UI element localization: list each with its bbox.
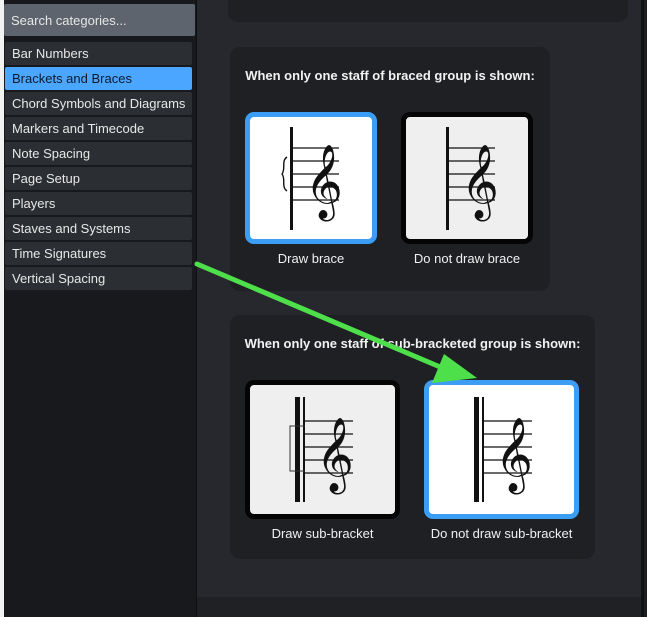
category-list: Bar Numbers Brackets and Braces Chord Sy…	[5, 42, 192, 292]
no-sub-bracket-option[interactable]: 𝄞 Do not draw sub-bracket	[424, 380, 579, 541]
no-sub-bracket-label: Do not draw sub-bracket	[430, 526, 573, 541]
category-players[interactable]: Players	[5, 192, 192, 215]
no-brace-card[interactable]: 𝄞	[401, 112, 533, 244]
options-panel: When only one staff of braced group is s…	[197, 0, 644, 617]
brace-option-group: When only one staff of braced group is s…	[230, 47, 550, 291]
draw-sub-bracket-card[interactable]: 𝄞	[245, 380, 400, 519]
no-sub-bracket-card[interactable]: 𝄞	[424, 380, 579, 519]
bracket-staff-preview: 𝄞	[474, 397, 533, 502]
sub-bracket-staff-preview: 𝄞	[289, 397, 354, 502]
scrollbar-track	[641, 0, 644, 617]
sub-bracket-option-group: When only one staff of sub-bracketed gro…	[230, 315, 595, 559]
category-vertical-spacing[interactable]: Vertical Spacing	[5, 267, 192, 290]
draw-brace-option[interactable]: 𝄞 Draw brace	[245, 112, 377, 266]
category-time-signatures[interactable]: Time Signatures	[5, 242, 192, 265]
brace-group-title: When only one staff of braced group is s…	[245, 68, 535, 83]
no-brace-option[interactable]: 𝄞 Do not draw brace	[401, 112, 533, 266]
category-brackets-and-braces[interactable]: Brackets and Braces	[5, 67, 192, 90]
category-staves-systems[interactable]: Staves and Systems	[5, 217, 192, 240]
search-field	[4, 4, 195, 36]
search-input[interactable]	[4, 4, 195, 36]
category-chord-symbols[interactable]: Chord Symbols and Diagrams	[5, 92, 192, 115]
treble-clef-icon: 𝄞	[305, 145, 343, 222]
treble-clef-icon: 𝄞	[495, 418, 533, 495]
category-note-spacing[interactable]: Note Spacing	[5, 142, 192, 165]
draw-brace-card[interactable]: 𝄞	[245, 112, 377, 244]
category-markers-timecode[interactable]: Markers and Timecode	[5, 117, 192, 140]
previous-option-group	[228, 0, 628, 22]
plain-staff-preview: 𝄞	[446, 127, 499, 230]
no-brace-label: Do not draw brace	[413, 251, 521, 266]
sub-bracket-group-title: When only one staff of sub-bracketed gro…	[244, 336, 581, 351]
draw-sub-bracket-option[interactable]: 𝄞 Draw sub-bracket	[245, 380, 400, 541]
category-page-setup[interactable]: Page Setup	[5, 167, 192, 190]
draw-brace-label: Draw brace	[277, 251, 345, 266]
treble-clef-icon: 𝄞	[316, 418, 354, 495]
draw-sub-bracket-label: Draw sub-bracket	[271, 526, 374, 541]
treble-clef-icon: 𝄞	[461, 145, 499, 222]
panel-footer	[197, 597, 644, 617]
brace-staff-preview: 𝄞	[281, 127, 343, 230]
brace-icon	[281, 156, 288, 192]
category-bar-numbers[interactable]: Bar Numbers	[5, 42, 192, 65]
